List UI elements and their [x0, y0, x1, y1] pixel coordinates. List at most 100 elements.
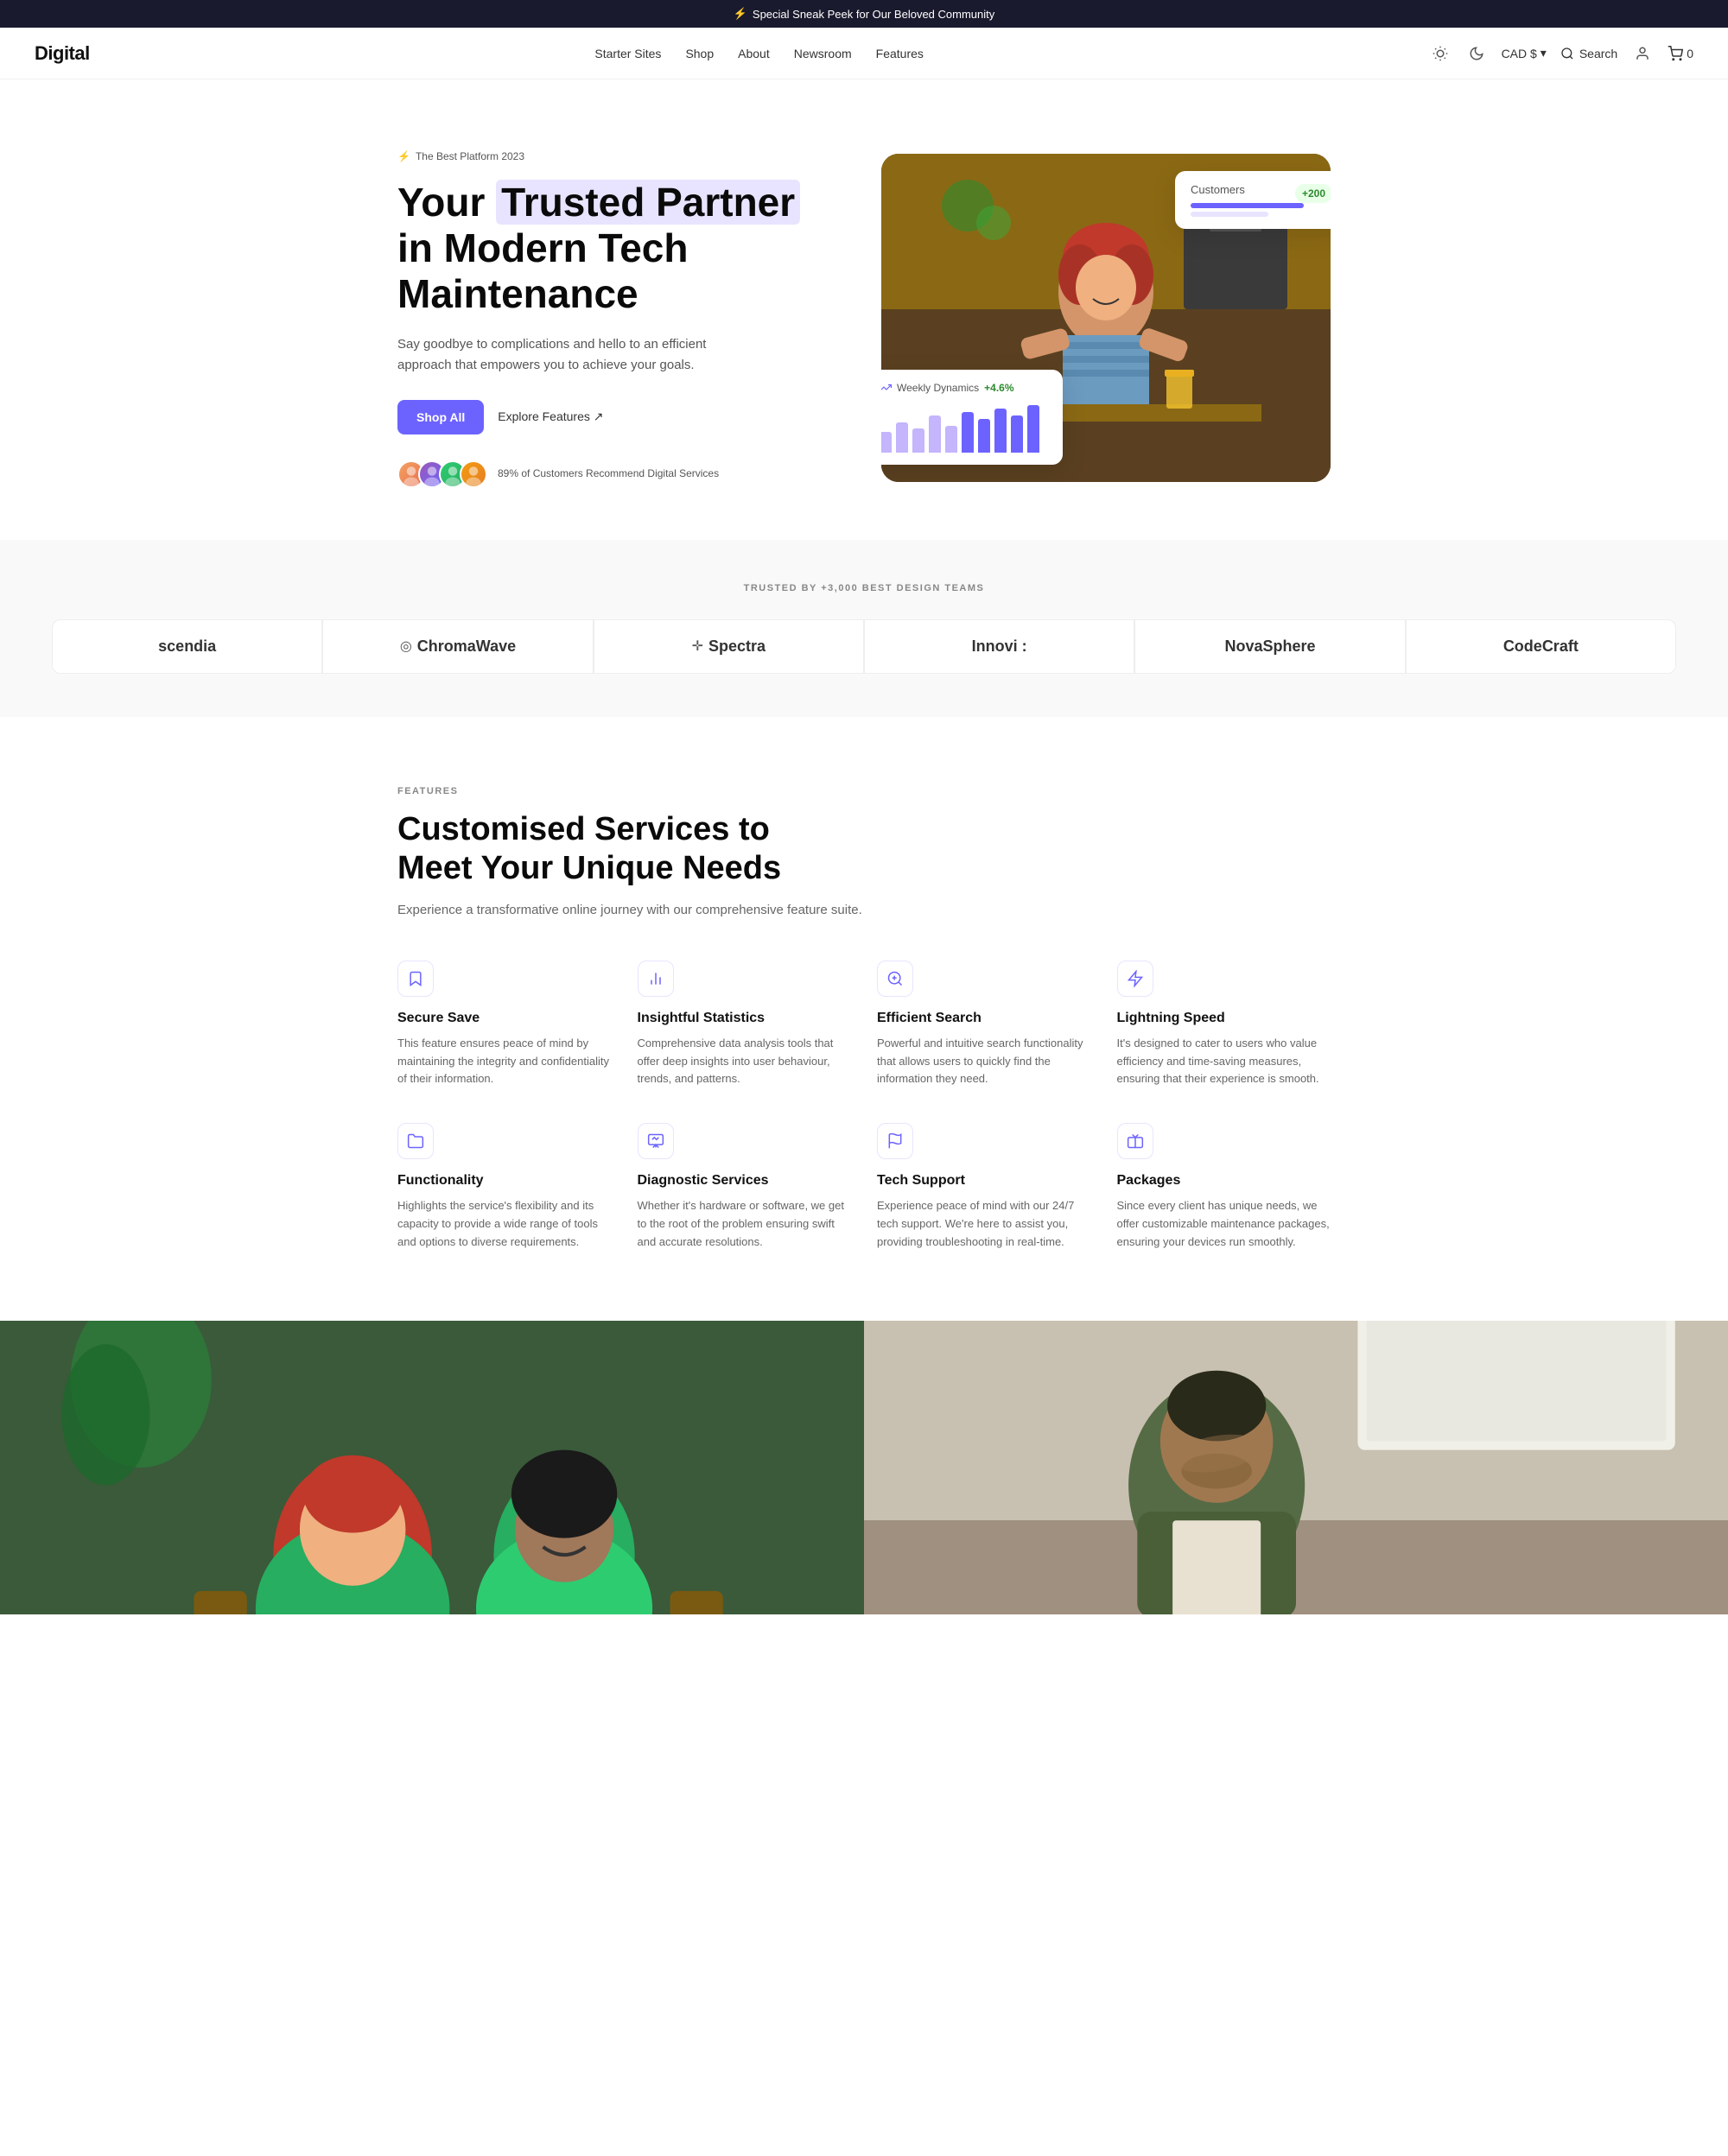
logo[interactable]: Digital — [35, 42, 90, 65]
currency-chevron: ▾ — [1541, 46, 1547, 60]
feature-desc-packages: Since every client has unique needs, we … — [1117, 1197, 1331, 1251]
chart-bar-9 — [1027, 405, 1039, 453]
customers-bars — [1191, 203, 1331, 217]
nav-newsroom[interactable]: Newsroom — [794, 47, 852, 60]
hero-section: ⚡ The Best Platform 2023 Your Trusted Pa… — [0, 79, 1728, 540]
customers-card-title: Customers — [1191, 183, 1245, 196]
chart-bar-0 — [881, 432, 892, 453]
feature-name-lightning-speed: Lightning Speed — [1117, 1011, 1331, 1026]
feature-item-efficient-search: Efficient Search Powerful and intuitive … — [877, 961, 1091, 1088]
bottom-images-section — [0, 1321, 1728, 1614]
hero-right: Customers +200 Weekly Dynamics — [881, 154, 1331, 482]
logo-innovi-text: Innovi : — [972, 637, 1027, 656]
feature-item-functionality: Functionality Highlights the service's f… — [397, 1123, 612, 1251]
customer-bar-1 — [1191, 203, 1304, 208]
search-button[interactable]: Search — [1560, 47, 1617, 60]
logos-row: scendia ◎ ChromaWave ✛ Spectra Innovi : … — [52, 619, 1676, 674]
chart-trend-icon — [881, 382, 892, 394]
customers-badge: +200 — [1295, 184, 1331, 203]
features-tag: FEATURES — [397, 786, 1331, 796]
hero-badge: ⚡ The Best Platform 2023 — [397, 150, 524, 162]
logo-chromawave-text: ChromaWave — [417, 637, 516, 656]
logo-codecraft: CodeCraft — [1406, 619, 1676, 674]
chart-bar-4 — [945, 426, 957, 453]
hero-buttons: Shop All Explore Features ↗ — [397, 400, 812, 434]
feature-name-functionality: Functionality — [397, 1173, 612, 1189]
feature-icon-diagnostic-services — [638, 1123, 674, 1159]
hero-title: Your Trusted Partner in Modern Tech Main… — [397, 180, 812, 317]
feature-name-insightful-statistics: Insightful Statistics — [638, 1011, 852, 1026]
feature-desc-efficient-search: Powerful and intuitive search functional… — [877, 1035, 1091, 1088]
chart-bar-8 — [1011, 415, 1023, 453]
customers-card: Customers +200 — [1175, 171, 1331, 229]
feature-icon-insightful-statistics — [638, 961, 674, 997]
main-nav: Starter Sites Shop About Newsroom Featur… — [594, 47, 923, 60]
hero-left: ⚡ The Best Platform 2023 Your Trusted Pa… — [397, 149, 812, 488]
trusted-section: TRUSTED BY +3,000 BEST DESIGN TEAMS scen… — [0, 540, 1728, 717]
hero-content: ⚡ The Best Platform 2023 Your Trusted Pa… — [346, 97, 1382, 540]
header: Digital Starter Sites Shop About Newsroo… — [0, 28, 1728, 79]
feature-item-secure-save: Secure Save This feature ensures peace o… — [397, 961, 612, 1088]
chart-bar-6 — [978, 419, 990, 453]
feature-icon-tech-support — [877, 1123, 913, 1159]
light-mode-button[interactable] — [1429, 42, 1452, 65]
logo-spectra: ✛ Spectra — [594, 619, 864, 674]
chart-card-title: Weekly Dynamics +4.6% — [881, 382, 1047, 394]
feature-icon-secure-save — [397, 961, 434, 997]
feature-item-diagnostic-services: Diagnostic Services Whether it's hardwar… — [638, 1123, 852, 1251]
nav-starter-sites[interactable]: Starter Sites — [594, 47, 661, 60]
nav-features[interactable]: Features — [876, 47, 924, 60]
account-icon — [1635, 46, 1650, 61]
features-content: FEATURES Customised Services to Meet You… — [346, 717, 1382, 1321]
announcement-bar: ⚡ Special Sneak Peek for Our Beloved Com… — [0, 0, 1728, 28]
feature-desc-insightful-statistics: Comprehensive data analysis tools that o… — [638, 1035, 852, 1088]
feature-desc-secure-save: This feature ensures peace of mind by ma… — [397, 1035, 612, 1088]
feature-item-packages: Packages Since every client has unique n… — [1117, 1123, 1331, 1251]
feature-desc-functionality: Highlights the service's flexibility and… — [397, 1197, 612, 1251]
feature-name-secure-save: Secure Save — [397, 1011, 612, 1026]
feature-item-lightning-speed: Lightning Speed It's designed to cater t… — [1117, 961, 1331, 1088]
cart-button[interactable]: 0 — [1668, 46, 1693, 61]
feature-name-packages: Packages — [1117, 1173, 1331, 1189]
hero-title-part2: in Modern Tech Maintenance — [397, 225, 689, 316]
account-button[interactable] — [1631, 42, 1654, 65]
logo-scendia-text: scendia — [158, 637, 216, 656]
avatar-group — [397, 460, 487, 488]
badge-text: The Best Platform 2023 — [416, 150, 524, 162]
search-icon — [1560, 47, 1574, 60]
dark-mode-button[interactable] — [1465, 42, 1488, 65]
header-right: CAD $ ▾ Search 0 — [1429, 42, 1693, 65]
features-title: Customised Services to Meet Your Unique … — [397, 810, 829, 889]
feature-desc-tech-support: Experience peace of mind with our 24/7 t… — [877, 1197, 1091, 1251]
hero-title-part1: Your — [397, 180, 496, 225]
chart-title: Weekly Dynamics — [897, 382, 979, 394]
feature-icon-lightning-speed — [1117, 961, 1153, 997]
badge-icon: ⚡ — [397, 150, 410, 162]
logo-innovi: Innovi : — [864, 619, 1134, 674]
shop-all-button[interactable]: Shop All — [397, 400, 484, 434]
cart-icon — [1668, 46, 1683, 61]
currency-selector[interactable]: CAD $ ▾ — [1502, 46, 1547, 60]
chart-bar-5 — [962, 412, 974, 453]
hero-image: Customers +200 Weekly Dynamics — [881, 154, 1331, 482]
social-proof-text: 89% of Customers Recommend Digital Servi… — [498, 466, 719, 481]
logo-scendia: scendia — [52, 619, 322, 674]
feature-desc-diagnostic-services: Whether it's hardware or software, we ge… — [638, 1197, 852, 1251]
logo-codecraft-text: CodeCraft — [1503, 637, 1579, 656]
feature-desc-lightning-speed: It's designed to cater to users who valu… — [1117, 1035, 1331, 1088]
feature-item-tech-support: Tech Support Experience peace of mind wi… — [877, 1123, 1091, 1251]
explore-features-button[interactable]: Explore Features ↗ — [498, 409, 603, 424]
bottom-image-right — [864, 1321, 1728, 1614]
feature-icon-efficient-search — [877, 961, 913, 997]
lightning-icon: ⚡ — [734, 7, 747, 21]
feature-name-diagnostic-services: Diagnostic Services — [638, 1173, 852, 1189]
logo-chromawave: ◎ ChromaWave — [322, 619, 593, 674]
feature-name-tech-support: Tech Support — [877, 1173, 1091, 1189]
nav-about[interactable]: About — [738, 47, 770, 60]
feature-icon-packages — [1117, 1123, 1153, 1159]
logo-novasphere-text: NovaSphere — [1224, 637, 1315, 656]
nav-shop[interactable]: Shop — [685, 47, 714, 60]
chromawave-icon: ◎ — [400, 637, 412, 655]
social-proof: 89% of Customers Recommend Digital Servi… — [397, 460, 812, 488]
chart-value: +4.6% — [984, 382, 1013, 394]
